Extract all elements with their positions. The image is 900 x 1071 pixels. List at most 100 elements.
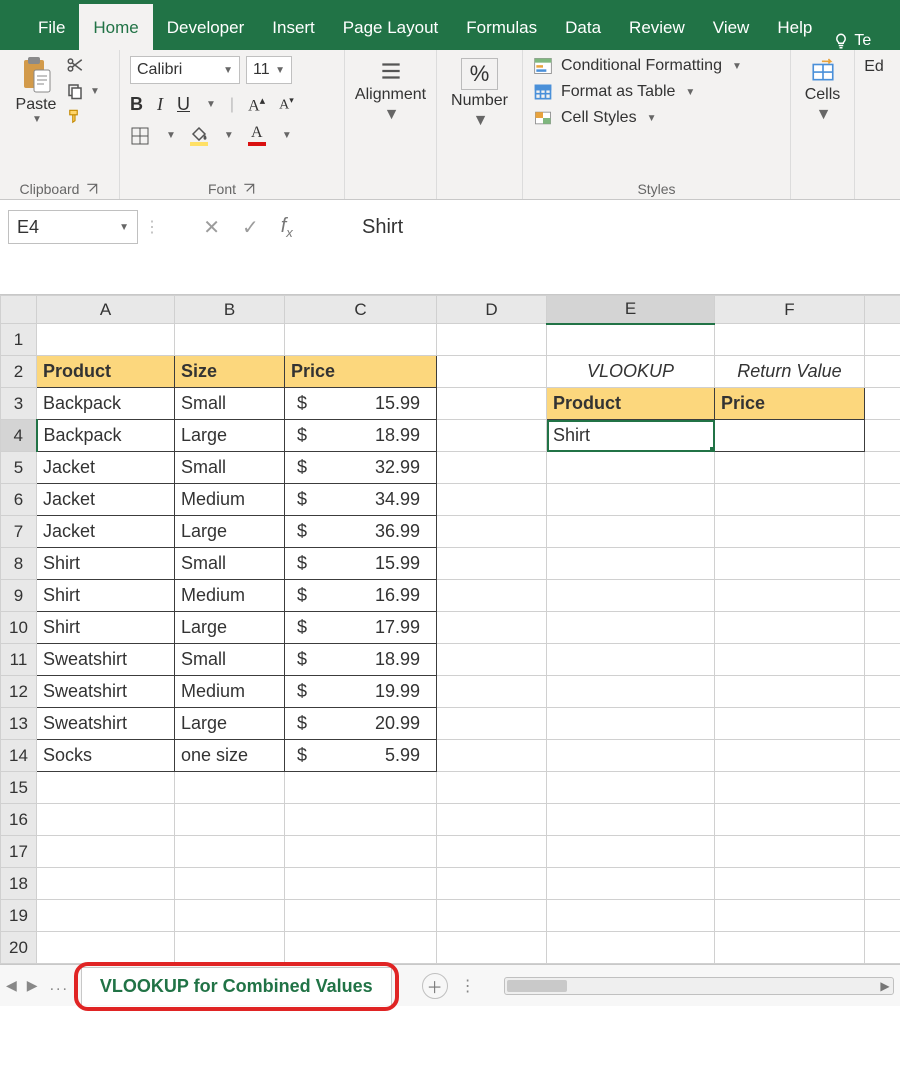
select-all-corner[interactable]	[1, 296, 37, 324]
tab-help[interactable]: Help	[763, 4, 826, 50]
cell[interactable]: $15.99	[285, 548, 437, 580]
scroll-thumb[interactable]	[507, 980, 567, 992]
cell[interactable]	[865, 644, 900, 676]
cell[interactable]	[547, 676, 715, 708]
row-header[interactable]: 11	[1, 644, 37, 676]
cell[interactable]: Shirt	[37, 612, 175, 644]
cell[interactable]	[715, 932, 865, 964]
cell[interactable]	[437, 932, 547, 964]
cell[interactable]	[437, 708, 547, 740]
conditional-formatting-button[interactable]: Conditional Formatting▼	[533, 56, 742, 76]
row-header[interactable]: 7	[1, 516, 37, 548]
cell[interactable]: Backpack	[37, 420, 175, 452]
editing-button[interactable]: Ed	[864, 56, 884, 76]
horizontal-scrollbar[interactable]: ◀ ▶	[504, 977, 894, 995]
cell[interactable]	[715, 900, 865, 932]
formula-input[interactable]: Shirt	[344, 210, 892, 244]
fill-color-button[interactable]	[190, 125, 208, 146]
grow-font-button[interactable]: A▴	[248, 94, 265, 115]
cell[interactable]	[437, 516, 547, 548]
bold-button[interactable]: B	[130, 94, 143, 115]
cell[interactable]	[437, 548, 547, 580]
tab-file[interactable]: File	[24, 4, 79, 50]
cell[interactable]: Size	[175, 356, 285, 388]
cell[interactable]	[437, 740, 547, 772]
cell[interactable]	[175, 324, 285, 356]
cell[interactable]	[715, 324, 865, 356]
cell[interactable]	[865, 452, 900, 484]
col-header-C[interactable]: C	[285, 296, 437, 324]
shrink-font-button[interactable]: A▾	[279, 95, 294, 114]
cell[interactable]	[175, 900, 285, 932]
cell[interactable]	[865, 580, 900, 612]
row-header[interactable]: 5	[1, 452, 37, 484]
cell[interactable]	[547, 324, 715, 356]
cell[interactable]	[865, 804, 900, 836]
cell[interactable]	[865, 772, 900, 804]
col-header-F[interactable]: F	[715, 296, 865, 324]
cell[interactable]	[865, 868, 900, 900]
cell[interactable]: Sweatshirt	[37, 644, 175, 676]
cancel-formula-button[interactable]: ✕	[203, 215, 220, 240]
cell[interactable]: $34.99	[285, 484, 437, 516]
tab-review[interactable]: Review	[615, 4, 699, 50]
row-header[interactable]: 10	[1, 612, 37, 644]
cell[interactable]: $20.99	[285, 708, 437, 740]
cell[interactable]: Price	[715, 388, 865, 420]
row-header[interactable]: 9	[1, 580, 37, 612]
cell[interactable]	[715, 452, 865, 484]
alignment-button[interactable]: Alignment ▼	[357, 56, 425, 124]
cells-button[interactable]: Cells ▼	[801, 56, 844, 124]
cell[interactable]	[547, 932, 715, 964]
cell[interactable]	[715, 676, 865, 708]
cell[interactable]	[547, 868, 715, 900]
cell[interactable]	[715, 836, 865, 868]
cell[interactable]	[547, 772, 715, 804]
cell-styles-button[interactable]: Cell Styles▼	[533, 108, 742, 128]
cell[interactable]: Large	[175, 612, 285, 644]
cell[interactable]	[437, 612, 547, 644]
cell[interactable]	[37, 836, 175, 868]
tab-insert[interactable]: Insert	[258, 4, 329, 50]
col-header-A[interactable]: A	[37, 296, 175, 324]
cell[interactable]	[547, 452, 715, 484]
cell[interactable]: Socks	[37, 740, 175, 772]
cell[interactable]	[865, 900, 900, 932]
cell[interactable]	[437, 676, 547, 708]
cell[interactable]	[865, 740, 900, 772]
cell[interactable]: Small	[175, 644, 285, 676]
cell[interactable]: Price	[285, 356, 437, 388]
cell[interactable]	[547, 740, 715, 772]
worksheet-grid[interactable]: A B C D E F 12ProductSizePriceVLOOKUPRet…	[0, 295, 900, 964]
cell[interactable]	[285, 772, 437, 804]
cell[interactable]: $15.99	[285, 388, 437, 420]
cell[interactable]	[715, 484, 865, 516]
tab-formulas[interactable]: Formulas	[452, 4, 551, 50]
format-as-table-button[interactable]: Format as Table▼	[533, 82, 742, 102]
cell[interactable]	[285, 324, 437, 356]
italic-button[interactable]: I	[157, 94, 163, 115]
font-name-select[interactable]: Calibri▼	[130, 56, 240, 84]
cell[interactable]: Backpack	[37, 388, 175, 420]
cell[interactable]	[437, 772, 547, 804]
accept-formula-button[interactable]: ✓	[242, 215, 259, 240]
cell[interactable]	[437, 580, 547, 612]
cell[interactable]	[37, 868, 175, 900]
fx-icon[interactable]: fx	[281, 215, 293, 240]
cell[interactable]	[547, 644, 715, 676]
cell[interactable]	[37, 900, 175, 932]
cell[interactable]	[865, 420, 900, 452]
cell[interactable]	[715, 772, 865, 804]
cell[interactable]: Shirt	[37, 580, 175, 612]
cell[interactable]: Small	[175, 388, 285, 420]
cell[interactable]	[865, 548, 900, 580]
cell[interactable]	[547, 804, 715, 836]
tab-view[interactable]: View	[699, 4, 764, 50]
borders-button[interactable]	[130, 126, 150, 146]
cell[interactable]	[715, 740, 865, 772]
cell[interactable]	[285, 868, 437, 900]
cell[interactable]	[715, 580, 865, 612]
cell[interactable]	[715, 708, 865, 740]
cell[interactable]	[547, 484, 715, 516]
row-header[interactable]: 6	[1, 484, 37, 516]
